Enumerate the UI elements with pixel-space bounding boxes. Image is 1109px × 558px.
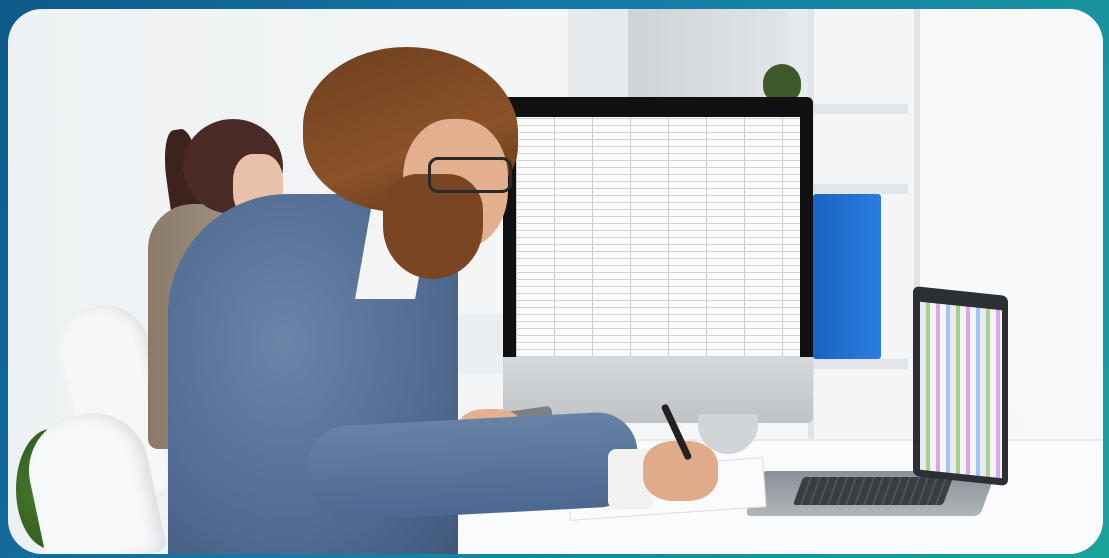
laptop-keyboard: [792, 477, 954, 505]
laptop-spreadsheet-screen: [920, 301, 1002, 479]
photo-frame: [8, 9, 1103, 554]
shelf-board: [808, 104, 908, 114]
spreadsheet-screen: [516, 117, 800, 357]
man-right-arm: [305, 410, 641, 523]
glasses: [428, 157, 512, 193]
shelf-board: [808, 184, 908, 194]
blue-binder: [813, 194, 881, 359]
shelf-board: [808, 359, 908, 369]
